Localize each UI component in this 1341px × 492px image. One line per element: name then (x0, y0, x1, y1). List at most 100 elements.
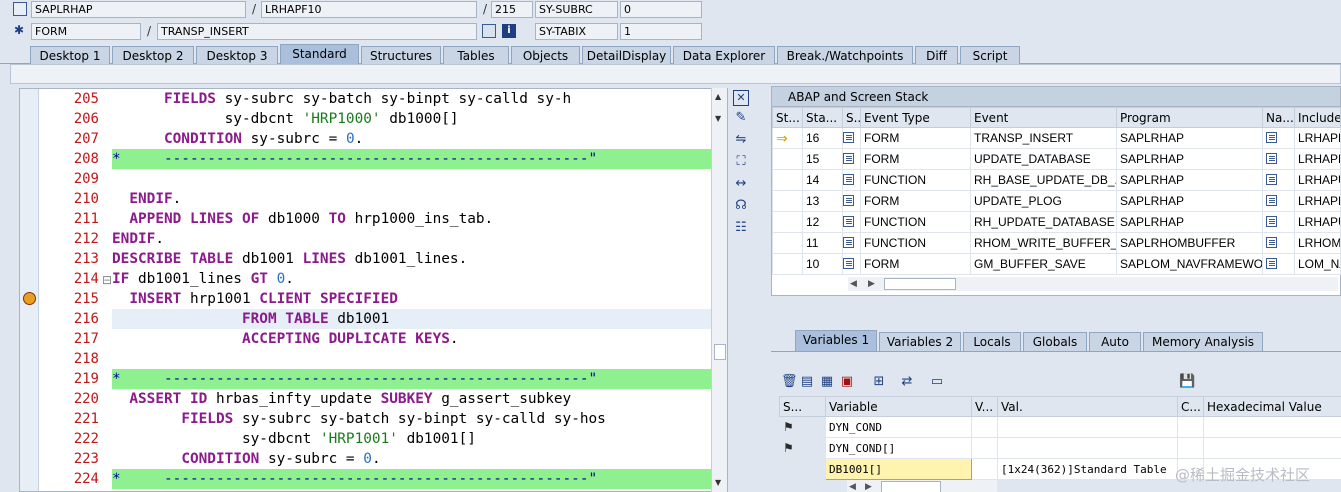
navigate-icon[interactable] (1266, 153, 1277, 164)
tab-detaildisplay[interactable]: DetailDisplay (582, 46, 671, 65)
tab-desktop-2[interactable]: Desktop 2 (112, 46, 194, 65)
scroll-down-icon[interactable]: ▼ (715, 114, 721, 123)
tab-auto[interactable]: Auto (1089, 332, 1141, 351)
watermark: @稀土掘金技术社区 (1175, 466, 1311, 484)
column-header[interactable]: Program (1116, 107, 1263, 128)
stack-row[interactable]: 15 FORM UPDATE_DATABASE SAPLRHAP LRHAPF (772, 148, 1341, 170)
navigate-icon[interactable] (1266, 174, 1277, 185)
column-header[interactable]: Event (970, 107, 1117, 128)
tab-desktop-3[interactable]: Desktop 3 (196, 46, 278, 65)
variables-hscroll[interactable]: ◀ ▶ (847, 480, 997, 492)
new-tool-icon[interactable]: ✎ (733, 110, 749, 126)
stack-row[interactable]: 11 FUNCTION RHOM_WRITE_BUFFER_... SAPLRHOMB… (772, 232, 1341, 254)
breakpoint-icon[interactable] (23, 292, 36, 305)
variable-row[interactable]: ⚑ DYN_COND[] (779, 437, 1341, 459)
column-header[interactable]: Na... (1262, 107, 1295, 128)
table-icon[interactable]: ▣ (839, 374, 855, 390)
code-token: sy-subrc sy-batch sy-binpt sy-calld sy-h (215, 91, 572, 107)
column-header[interactable]: S... (779, 396, 826, 417)
column-header[interactable]: Hexadecimal Value (1203, 396, 1341, 417)
list-icon[interactable]: ▦ (819, 374, 835, 390)
info-icon[interactable]: i (502, 24, 516, 38)
save-icon[interactable]: 💾 (1179, 374, 1195, 390)
column-header[interactable]: Event Type (860, 107, 971, 128)
tab-script[interactable]: Script (960, 46, 1020, 65)
event-name: RHOM_WRITE_BUFFER_... (974, 236, 1117, 250)
variable-row[interactable]: ⚑ DYN_COND (779, 416, 1341, 438)
code-token: db1001_lines (129, 271, 251, 287)
delete-icon[interactable]: 🗑 (781, 374, 798, 390)
line-number: 220 (73, 391, 99, 407)
tab-variables-2[interactable]: Variables 2 (879, 332, 961, 351)
tab-globals[interactable]: Globals (1023, 332, 1087, 351)
scroll-left-icon[interactable]: ◀ (850, 277, 857, 291)
column-header[interactable]: S... (842, 107, 861, 128)
scroll-right-icon[interactable]: ▶ (865, 480, 872, 492)
line-number: 216 (73, 311, 99, 327)
display-list-icon[interactable] (482, 24, 496, 38)
navigate-icon[interactable] (1266, 132, 1277, 143)
column-header[interactable]: Include (1294, 107, 1341, 128)
column-header[interactable]: V... (971, 396, 998, 417)
fold-toggle-icon[interactable]: ⊟ (102, 273, 112, 287)
scroll-down-icon[interactable]: ▼ (715, 478, 721, 487)
column-header[interactable]: Variable (825, 396, 972, 417)
navigate-icon[interactable] (1266, 258, 1277, 269)
navigate-icon[interactable] (1266, 237, 1277, 248)
tab-diff[interactable]: Diff (915, 46, 958, 65)
tab-locals[interactable]: Locals (963, 332, 1021, 351)
column-header[interactable]: C... (1177, 396, 1204, 417)
keyword: INSERT (129, 291, 182, 307)
scroll-right-icon[interactable]: ▶ (868, 277, 875, 291)
column-header[interactable]: Sta... (802, 107, 843, 128)
tab-data-explorer[interactable]: Data Explorer (673, 46, 775, 65)
keyword: ENDIF (112, 231, 156, 247)
scroll-thumb[interactable] (714, 344, 726, 360)
tab-variables-1[interactable]: Variables 1 (795, 330, 877, 351)
variable-name-input[interactable]: DB1001[] (829, 463, 882, 476)
program-name: SAPLRHAP (1120, 194, 1185, 208)
breakpoint-gutter[interactable] (20, 89, 39, 491)
tab-memory-analysis[interactable]: Memory Analysis (1143, 332, 1263, 351)
stack-hscroll[interactable]: ◀ ▶ (848, 277, 1338, 291)
swap-icon[interactable]: ⇋ (733, 132, 749, 148)
stack-row[interactable]: ⇒ 16 FORM TRANSP_INSERT SAPLRHAP LRHAPF (772, 127, 1341, 149)
detail-icon[interactable]: ▤ (799, 374, 815, 390)
transfer-icon[interactable]: ⇄ (899, 374, 915, 390)
hierarchy-icon[interactable]: ⊞ (871, 374, 887, 390)
scroll-thumb[interactable] (884, 278, 956, 290)
scroll-left-icon[interactable]: ◀ (849, 480, 856, 492)
navigate-icon[interactable] (1266, 216, 1277, 227)
tab-tables[interactable]: Tables (443, 46, 509, 65)
column-header[interactable]: St... (772, 107, 803, 128)
variable-value: [1x24(362)]Standard Table (1001, 462, 1167, 476)
tab-desktop-1[interactable]: Desktop 1 (30, 46, 110, 65)
number-literal: 0 (363, 451, 372, 467)
settings-icon[interactable]: ☷ (733, 220, 749, 236)
services-icon[interactable]: ☊ (733, 198, 749, 214)
tab-structures[interactable]: Structures (361, 46, 441, 65)
scroll-thumb[interactable] (881, 481, 941, 492)
resize-icon[interactable]: ↔ (733, 176, 749, 192)
scroll-up-icon[interactable]: ▲ (715, 92, 721, 101)
stack-row[interactable]: 12 FUNCTION RH_UPDATE_DATABASE SAPLRHAP LRHA… (772, 211, 1341, 233)
variable-name-input[interactable]: DYN_COND[] (829, 442, 895, 455)
program-name: SAPLRHOMBUFFER (1120, 236, 1236, 250)
stack-row[interactable]: 14 FUNCTION RH_BASE_UPDATE_DB_... SAPLRHAP L… (772, 169, 1341, 191)
column-header[interactable]: Val. (997, 396, 1178, 417)
code-line: APPEND LINES OF db1000 TO hrp1000_ins_ta… (112, 209, 712, 229)
variable-name-input[interactable]: DYN_COND (829, 421, 882, 434)
tab-objects[interactable]: Objects (511, 46, 580, 65)
event-name: RH_BASE_UPDATE_DB_... (974, 173, 1117, 187)
folder-icon[interactable]: ▭ (929, 374, 945, 390)
stack-row[interactable]: 13 FORM UPDATE_PLOG SAPLRHAP LRHAPF (772, 190, 1341, 212)
fullscreen-icon[interactable]: ⛶ (733, 154, 749, 170)
tab-breakpoints[interactable]: Break./Watchpoints (777, 46, 913, 65)
source-editor[interactable]: 205 FIELDS sy-subrc sy-batch sy-binpt sy… (19, 88, 728, 492)
stack-row[interactable]: 10 FORM GM_BUFFER_SAVE SAPLOM_NAVFRAMEWO...… (772, 253, 1341, 275)
navigate-icon[interactable] (1266, 195, 1277, 206)
editor-scrollbar[interactable]: ▲ ▼ ▼ (711, 88, 727, 492)
tab-standard[interactable]: Standard (280, 44, 359, 65)
close-icon[interactable]: ✕ (733, 90, 749, 106)
